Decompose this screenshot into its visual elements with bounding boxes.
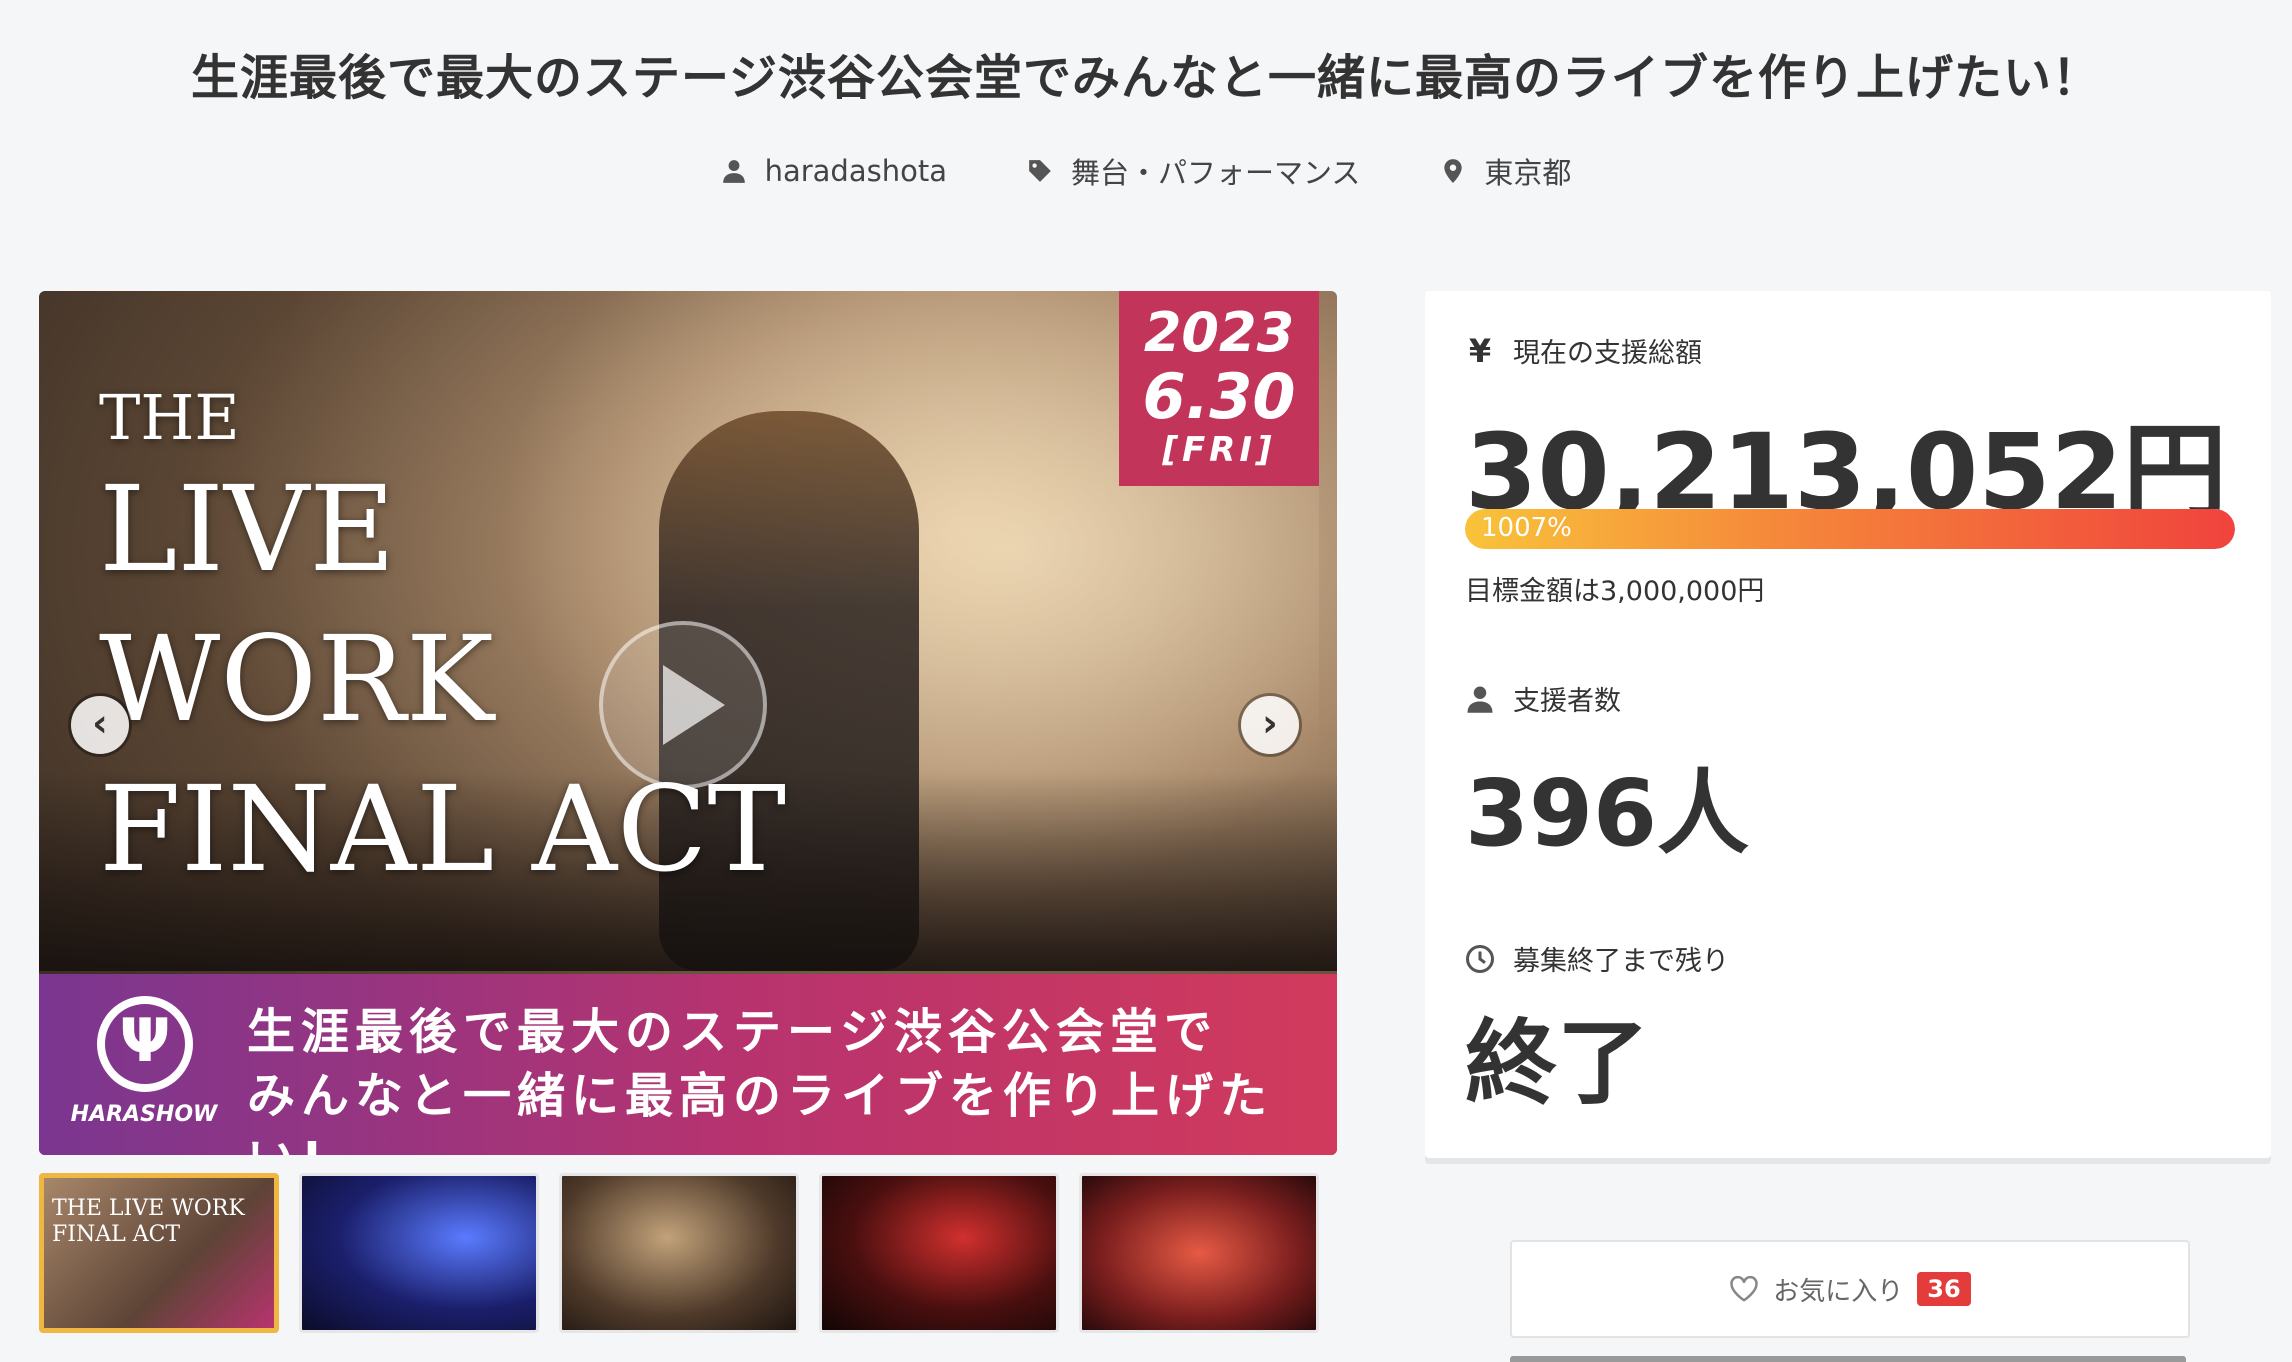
- total-label: ¥ 現在の支援総額: [1465, 331, 1702, 370]
- harashow-logo-icon: [97, 996, 193, 1092]
- user-icon: [722, 160, 745, 183]
- banner-line: 生涯最後で最大のステージ渋谷公会堂で: [247, 1004, 1219, 1060]
- remaining-value: 終了: [1465, 1010, 1650, 1117]
- next-slide-button[interactable]: ›: [1241, 696, 1299, 754]
- date-badge: 2023 6.30 [FRI]: [1119, 291, 1319, 486]
- thumbnail-strip: THE LIVE WORK FINAL ACT: [39, 1173, 1319, 1333]
- category-name: 舞台・パフォーマンス: [1070, 156, 1361, 190]
- hero-slider[interactable]: THE LIVE WORK FINAL ACT 2023 6.30 [FRI] …: [39, 291, 1337, 1155]
- thumbnail-3[interactable]: [559, 1173, 799, 1333]
- banner-line: みんなと一緒に最高のライブを作り上げたい!: [247, 1068, 1274, 1155]
- total-label-text: 現在の支援総額: [1513, 338, 1702, 369]
- thumbnail-4[interactable]: [819, 1173, 1059, 1333]
- hero-banner: HARASHOW 生涯最後で最大のステージ渋谷公会堂で みんなと一緒に最高のライ…: [39, 974, 1337, 1155]
- user-icon: [1467, 686, 1493, 713]
- tag-icon: [1029, 160, 1051, 182]
- map-pin-icon: [1444, 159, 1463, 183]
- thumbnail-5[interactable]: [1079, 1173, 1319, 1333]
- banner-text: 生涯最後で最大のステージ渋谷公会堂で みんなと一緒に最高のライブを作り上げたい!: [247, 1000, 1337, 1155]
- category-link[interactable]: 舞台・パフォーマンス: [1027, 150, 1360, 192]
- heart-icon: [1730, 1275, 1759, 1302]
- yen-icon: ¥: [1468, 331, 1492, 370]
- progress-percent: 1007%: [1481, 513, 1572, 543]
- headline-line: LIVE: [99, 460, 396, 598]
- favorite-label: お気に入り: [1773, 1276, 1904, 1307]
- thumbnail-2[interactable]: [299, 1173, 539, 1333]
- goal-amount: 目標金額は3,000,000円: [1465, 576, 1765, 607]
- location-name: 東京都: [1484, 156, 1572, 190]
- favorite-button[interactable]: お気に入り 36: [1510, 1240, 2190, 1338]
- clock-icon: [1466, 944, 1494, 973]
- support-button-edge[interactable]: [1510, 1356, 2186, 1362]
- progress-fill: [1465, 509, 2235, 549]
- location-link[interactable]: 東京都: [1440, 150, 1571, 192]
- backers-label: 支援者数: [1465, 679, 1621, 718]
- date-day: 6.30: [1142, 360, 1296, 433]
- backers-count: 396人: [1465, 760, 1750, 867]
- owner-link[interactable]: haradashota: [721, 150, 947, 192]
- thumbnail-1[interactable]: THE LIVE WORK FINAL ACT: [39, 1173, 279, 1333]
- project-meta: haradashota 舞台・パフォーマンス 東京都: [0, 150, 2292, 192]
- harashow-logo: HARASHOW: [69, 996, 219, 1136]
- remaining-label-text: 募集終了まで残り: [1513, 946, 1729, 977]
- play-video-button[interactable]: [599, 621, 767, 789]
- favorite-count: 36: [1917, 1272, 1971, 1306]
- date-weekday: [FRI]: [1162, 430, 1276, 470]
- date-year: 2023: [1143, 301, 1295, 364]
- page-title: 生涯最後で最大のステージ渋谷公会堂でみんなと一緒に最高のライブを作り上げたい！: [190, 50, 2102, 106]
- prev-slide-button[interactable]: ‹: [71, 696, 129, 754]
- thumbnail-caption: THE LIVE WORK FINAL ACT: [52, 1196, 245, 1247]
- stats-card: ¥ 現在の支援総額 30,213,052円 1007% 目標金額は3,000,0…: [1425, 291, 2271, 1158]
- remaining-label: 募集終了まで残り: [1465, 939, 1729, 978]
- owner-name: haradashota: [764, 154, 947, 188]
- logo-name: HARASHOW: [70, 1102, 218, 1127]
- headline-line: THE: [99, 381, 240, 454]
- funding-progress-bar: 1007%: [1465, 509, 2235, 549]
- backers-label-text: 支援者数: [1513, 686, 1621, 717]
